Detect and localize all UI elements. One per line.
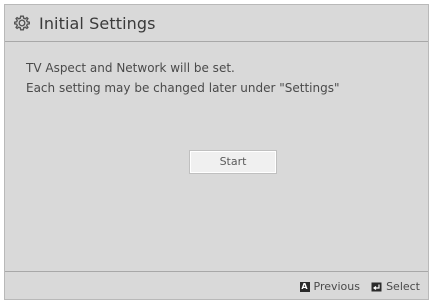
a-key-icon: A: [299, 281, 310, 292]
select-hint[interactable]: Select: [371, 280, 420, 293]
message: TV Aspect and Network will be set. Each …: [26, 58, 339, 98]
screen: Initial Settings TV Aspect and Network w…: [0, 0, 438, 307]
footer-bar: A Previous Select: [5, 271, 428, 299]
message-line-1: TV Aspect and Network will be set.: [26, 61, 235, 75]
previous-hint[interactable]: A Previous: [299, 280, 361, 293]
settings-panel: Initial Settings TV Aspect and Network w…: [4, 4, 429, 300]
title-bar: Initial Settings: [5, 5, 428, 42]
previous-label: Previous: [313, 280, 361, 293]
enter-icon: [371, 282, 382, 292]
gear-icon: [12, 13, 32, 33]
select-label: Select: [386, 280, 420, 293]
page-title: Initial Settings: [39, 14, 156, 33]
start-button[interactable]: Start: [190, 151, 276, 173]
message-line-2: Each setting may be changed later under …: [26, 81, 340, 95]
